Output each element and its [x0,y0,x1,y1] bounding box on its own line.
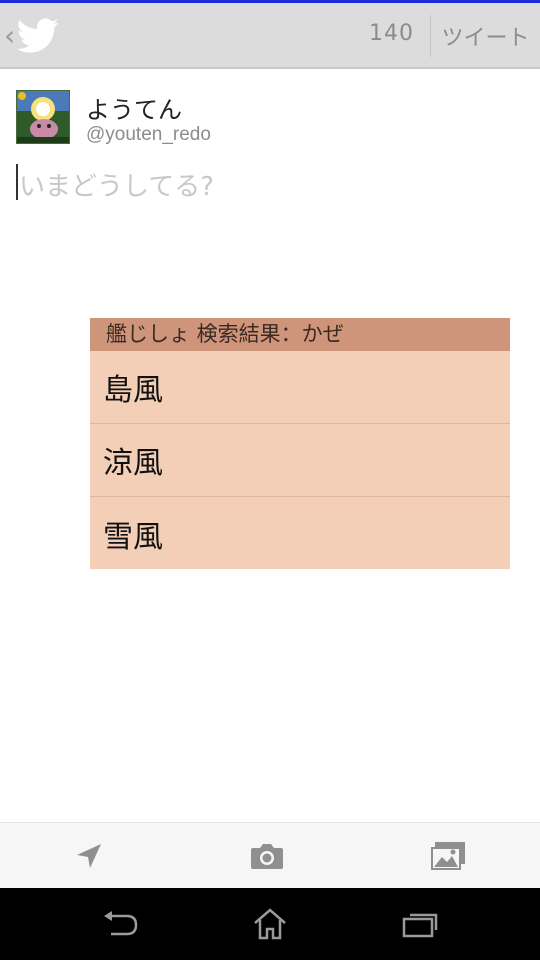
suggestion-item[interactable]: 島風 [90,351,510,424]
nav-home-button[interactable] [245,902,295,946]
home-icon [254,908,286,940]
screen-name: @youten_redo [86,124,211,145]
camera-button[interactable] [244,833,290,879]
display-name: ようてん [86,96,182,124]
gallery-button[interactable] [425,833,471,879]
avatar-image [17,91,69,143]
location-button[interactable] [66,833,112,879]
text-caret [16,164,18,200]
action-bar: ‹ 140 ツイート [0,3,540,69]
camera-icon [251,844,283,869]
back-icon [104,911,138,936]
chevron-left-icon: ‹ [4,19,16,52]
tweet-button[interactable]: ツイート [431,3,540,69]
avatar [16,90,70,144]
compose-toolbar [0,822,540,888]
tweet-compose-input[interactable]: いまどうしてる? [16,160,526,204]
location-arrow-icon [77,844,101,868]
twitter-bird-icon [17,18,59,53]
suggestion-item[interactable]: 雪風 [90,497,510,570]
character-counter: 140 [369,21,414,46]
gallery-icon [431,842,465,870]
up-button[interactable]: ‹ [4,13,68,59]
system-navigation-bar [0,888,540,960]
nav-back-button[interactable] [96,902,146,946]
suggestion-item[interactable]: 涼風 [90,424,510,497]
suggestion-header: 艦じしょ 検索結果：かぜ [90,318,510,351]
nav-recents-button[interactable] [395,902,445,946]
recents-icon [402,913,438,938]
compose-placeholder: いまどうしてる? [19,172,215,202]
suggestion-popup: 艦じしょ 検索結果：かぜ 島風 涼風 雪風 [90,318,510,569]
